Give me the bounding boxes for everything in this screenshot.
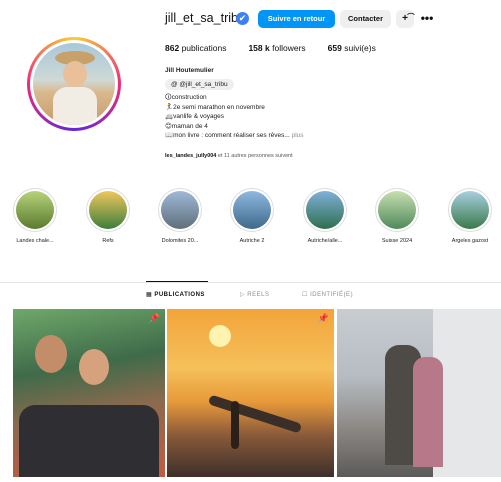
bio-line: 😊maman de 4 <box>165 122 208 130</box>
following-label: suivi(e)s <box>344 43 376 53</box>
highlight-item[interactable]: Argeles gazost <box>440 188 500 244</box>
highlight-cover <box>448 188 492 232</box>
highlight-item[interactable]: Autriche 2 <box>222 188 282 244</box>
photo-surfer-shape <box>231 401 239 449</box>
photo-person-shape <box>35 335 67 373</box>
avatar-body-shape <box>53 87 97 125</box>
tab-label: PUBLICATIONS <box>154 292 205 298</box>
highlight-label: Autriche 2 <box>239 238 265 244</box>
publications-label: publications <box>181 43 227 53</box>
active-tab-indicator <box>146 281 208 282</box>
tagged-icon: ☐ <box>302 292 308 298</box>
highlight-label: Argeles gazost <box>451 238 489 244</box>
highlight-cover <box>86 188 130 232</box>
highlight-cover <box>375 188 419 232</box>
profile-stats: 862 publications 158 k followers 659 sui… <box>165 43 398 53</box>
publications-stat: 862 publications <box>165 43 226 53</box>
bio-line: 🏃‍♀️2e semi marathon en novembre <box>165 103 265 111</box>
tab-reels[interactable]: ▷ REELS <box>240 291 269 298</box>
avatar-photo <box>33 43 115 125</box>
highlight-image <box>378 191 416 229</box>
bio-line: 🛈construction <box>165 94 207 101</box>
highlight-item[interactable]: Dolomites 20... <box>150 188 210 244</box>
highlight-image <box>16 191 54 229</box>
followed-by-rest: et 11 autres personnes suivent <box>217 153 293 159</box>
highlight-label: Refs <box>102 238 114 244</box>
highlight-label: Suisse 2024 <box>381 238 413 244</box>
photo-person-shape <box>413 357 443 467</box>
highlight-cover <box>230 188 274 232</box>
reels-icon: ▷ <box>240 292 246 298</box>
bio-line-text: 📖mon livre : comment réaliser ses rêves.… <box>165 132 290 139</box>
threads-link[interactable]: @ @jill_et_sa_tribu <box>165 78 234 90</box>
profile-avatar[interactable] <box>27 37 121 131</box>
highlight-image <box>233 191 271 229</box>
photo-person-shape <box>79 349 109 385</box>
add-user-icon[interactable]: +͡ <box>396 10 414 28</box>
highlight-item[interactable]: Suisse 2024 <box>367 188 427 244</box>
bio-line: 🚐vanlife & voyages <box>165 113 225 120</box>
highlight-cover <box>13 188 57 232</box>
tabs-divider <box>0 282 501 283</box>
pinned-icon: 📌 <box>317 313 329 323</box>
profile-username: jill_et_sa_tribu <box>165 11 245 25</box>
grid-icon: ▦ <box>146 292 153 298</box>
pinned-icon: 📌 <box>148 313 160 323</box>
photo-surfboard-shape <box>207 394 303 434</box>
threads-handle: @jill_et_sa_tribu <box>179 80 228 88</box>
post-thumbnail[interactable]: 📌 <box>167 309 334 477</box>
avatar-face-shape <box>63 61 87 87</box>
contact-button[interactable]: Contacter <box>340 10 391 28</box>
more-options-icon[interactable]: ••• <box>419 10 435 28</box>
highlight-label: Autriche/alle... <box>307 238 343 244</box>
followed-by-names: les_landes_jully004 <box>165 153 217 159</box>
follow-back-button[interactable]: Suivre en retour <box>258 10 335 28</box>
followers-label: followers <box>272 43 306 53</box>
highlight-label: Dolomites 20... <box>161 238 199 244</box>
bio-line-last: 📖mon livre : comment réaliser ses rêves.… <box>165 131 304 141</box>
tab-label: IDENTIFIÉ(E) <box>310 292 354 298</box>
followers-stat[interactable]: 158 k followers <box>248 43 305 53</box>
profile-bio: Jill Houtemulier @ @jill_et_sa_tribu 🛈co… <box>165 66 304 141</box>
highlight-image <box>161 191 199 229</box>
highlight-image <box>306 191 344 229</box>
following-count: 659 <box>327 43 342 53</box>
highlight-image <box>451 191 489 229</box>
photo-sun-shape <box>209 325 231 347</box>
followed-by[interactable]: les_landes_jully004 et 11 autres personn… <box>165 153 293 159</box>
post-thumbnail[interactable] <box>337 309 501 477</box>
verified-badge-icon: ✔ <box>236 12 249 25</box>
following-stat[interactable]: 659 suivi(e)s <box>328 43 376 53</box>
photo-van-shape <box>433 309 501 477</box>
highlight-image <box>89 191 127 229</box>
publications-count: 862 <box>165 43 180 53</box>
bio-more-link[interactable]: plus <box>292 132 304 139</box>
highlight-item[interactable]: Autriche/alle... <box>295 188 355 244</box>
profile-full-name: Jill Houtemulier <box>165 67 214 74</box>
post-thumbnail[interactable]: 📌 <box>13 309 165 477</box>
highlight-item[interactable]: Landes chale... <box>5 188 65 244</box>
followers-count: 158 k <box>248 43 270 53</box>
tab-publications[interactable]: ▦ PUBLICATIONS <box>146 291 205 298</box>
highlight-item[interactable]: Refs <box>78 188 138 244</box>
highlight-cover <box>158 188 202 232</box>
tab-tagged[interactable]: ☐ IDENTIFIÉ(E) <box>302 291 353 298</box>
photo-shirt-shape <box>19 405 159 477</box>
highlight-cover <box>303 188 347 232</box>
tab-label: REELS <box>247 292 270 298</box>
highlight-label: Landes chale... <box>16 238 54 244</box>
avatar-inner <box>30 40 118 128</box>
